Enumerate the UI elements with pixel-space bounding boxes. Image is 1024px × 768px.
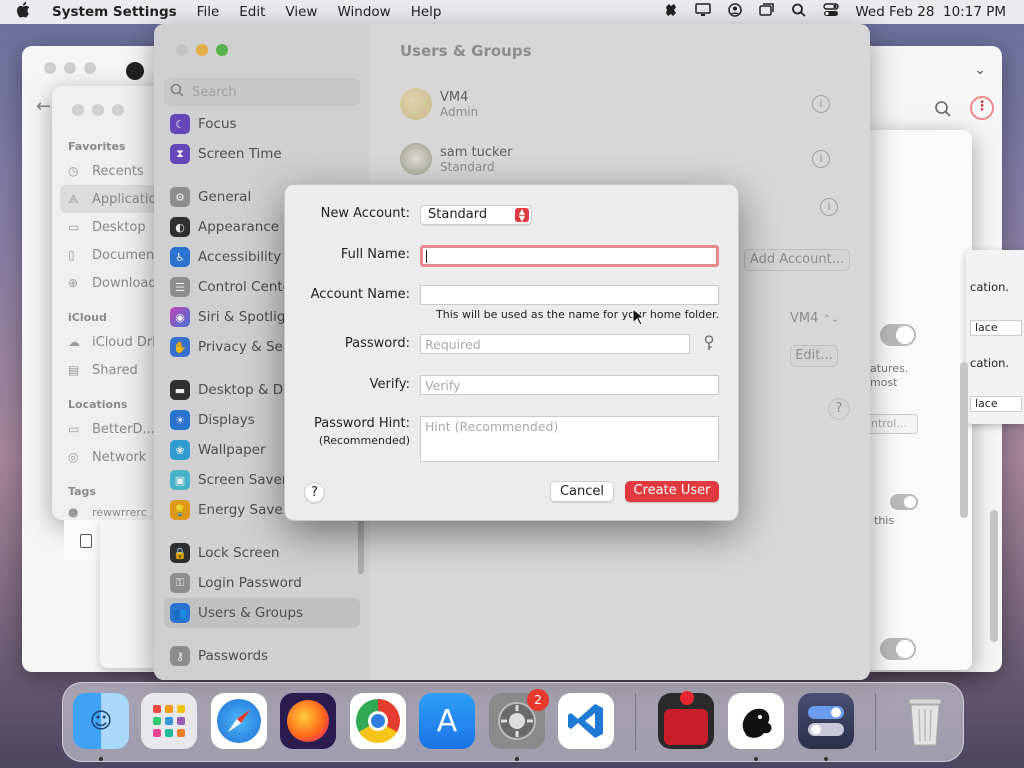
running-indicator xyxy=(515,757,519,761)
running-indicator xyxy=(824,757,828,761)
running-indicator xyxy=(754,757,758,761)
menu-help[interactable]: Help xyxy=(411,4,442,20)
network-icon: ◎ xyxy=(68,450,79,464)
github-tab-icon[interactable] xyxy=(126,62,144,80)
password-hint-sublabel: (Recommended) xyxy=(318,434,410,447)
dock-divider xyxy=(635,693,636,751)
finder-zoom-button[interactable] xyxy=(112,104,124,116)
disk-icon: ▭ xyxy=(68,422,80,436)
window-switch-icon[interactable] xyxy=(759,3,775,21)
right-scrollbar[interactable] xyxy=(990,510,998,642)
right-panel-control-button[interactable]: ntrol... xyxy=(866,414,918,434)
full-name-field[interactable] xyxy=(420,245,719,267)
right-panel-features-text: atures. xyxy=(870,362,909,375)
desktop-icon: ▭ xyxy=(68,220,80,234)
apple-menu-icon[interactable] xyxy=(16,2,36,22)
browser-search-icon[interactable] xyxy=(934,100,952,122)
password-hint-label: Password Hint: xyxy=(314,416,410,431)
browser-minimize-button[interactable] xyxy=(64,62,76,74)
password-key-icon[interactable] xyxy=(703,335,715,355)
dock-divider xyxy=(875,693,876,751)
menu-clock[interactable]: Wed Feb 28 10:17 PM xyxy=(855,4,1006,20)
running-indicator xyxy=(99,757,103,761)
location-place-button-2[interactable]: lace xyxy=(970,396,1022,412)
monitor-icon[interactable] xyxy=(695,3,712,21)
menu-edit[interactable]: Edit xyxy=(239,4,265,20)
finder-dock-icon[interactable]: ☺ xyxy=(73,693,129,749)
trash-dock-icon[interactable] xyxy=(897,693,953,749)
user-account-icon[interactable] xyxy=(727,3,743,21)
right-panel-toggle-3[interactable] xyxy=(880,638,916,660)
notification-badge: 2 xyxy=(527,689,549,711)
background-window-fragment xyxy=(64,520,104,560)
location-text-1: cation. xyxy=(970,280,1010,294)
cloud-status-icon[interactable] xyxy=(663,3,679,21)
menu-bar: System Settings File Edit View Window He… xyxy=(0,0,1024,24)
cloud-icon: ☁ xyxy=(68,335,80,349)
dock: ☺ A 2 xyxy=(62,682,964,762)
menu-view[interactable]: View xyxy=(285,4,317,20)
location-popover: cation. lace cation. lace xyxy=(966,250,1024,424)
launchpad-dock-icon[interactable] xyxy=(141,693,197,749)
password-hint-field[interactable]: Hint (Recommended) xyxy=(420,416,719,462)
firefox-dock-icon[interactable] xyxy=(280,693,336,749)
clock-icon: ◷ xyxy=(68,164,79,178)
right-scrollbar-2[interactable] xyxy=(960,362,968,518)
app-name[interactable]: System Settings xyxy=(52,4,177,20)
account-name-field[interactable] xyxy=(420,285,719,305)
shared-folder-icon: ▤ xyxy=(68,363,80,377)
background-window-fragment-2 xyxy=(100,520,160,668)
tag-dot-icon: ● xyxy=(68,505,79,519)
download-icon: ⊕ xyxy=(68,276,79,290)
verify-label: Verify: xyxy=(369,377,410,392)
mascot-app-dock-icon[interactable] xyxy=(728,693,784,749)
browser-back-icon[interactable]: ← xyxy=(36,96,51,117)
dialog-help-button[interactable]: ? xyxy=(304,482,325,503)
account-name-hint: This will be used as the name for your h… xyxy=(436,308,719,321)
browser-menu-icon[interactable]: ⋮ xyxy=(970,96,994,120)
cancel-button[interactable]: Cancel xyxy=(550,481,614,502)
account-type-popup[interactable]: Standard ▲ ▼ xyxy=(420,205,532,225)
password-field[interactable]: Required xyxy=(420,334,690,354)
finder-item-applications[interactable]: ⟁ Applicatio xyxy=(60,185,164,213)
mouse-pointer-icon xyxy=(632,307,646,330)
applications-icon: ⟁ xyxy=(68,191,79,206)
file-icon xyxy=(80,534,92,548)
verify-field[interactable]: Verify xyxy=(420,375,719,395)
finder-close-button[interactable] xyxy=(72,104,84,116)
location-text-2: cation. xyxy=(970,356,1010,370)
full-name-label: Full Name: xyxy=(340,247,410,262)
menu-file[interactable]: File xyxy=(197,4,220,20)
menu-window[interactable]: Window xyxy=(337,4,390,20)
browser-zoom-button[interactable] xyxy=(84,62,96,74)
right-panel-toggle-2[interactable] xyxy=(890,494,918,510)
toggle-app-dock-icon[interactable] xyxy=(798,693,854,749)
right-panel-most-text: most xyxy=(870,376,898,389)
chrome-dock-icon[interactable] xyxy=(350,693,406,749)
text-cursor xyxy=(426,250,427,263)
document-icon: ▯ xyxy=(68,248,75,262)
account-name-label: Account Name: xyxy=(310,287,410,302)
joystick-app-dock-icon[interactable] xyxy=(658,691,714,749)
spotlight-search-icon[interactable] xyxy=(791,3,807,21)
location-place-button-1[interactable]: lace xyxy=(970,320,1022,336)
right-panel-toggle-1[interactable] xyxy=(880,324,916,346)
control-center-icon[interactable] xyxy=(823,3,840,21)
new-account-label: New Account: xyxy=(320,206,410,221)
popup-chevron-icon: ▲ ▼ xyxy=(515,208,529,223)
right-settings-panel: atures. most ntrol... this xyxy=(866,130,972,670)
browser-close-button[interactable] xyxy=(44,62,56,74)
right-panel-this-text: this xyxy=(874,514,895,527)
new-account-dialog: New Account: Standard ▲ ▼ Full Name: Acco… xyxy=(284,184,739,521)
app-store-dock-icon[interactable]: A xyxy=(419,693,475,749)
password-label: Password: xyxy=(344,336,410,351)
create-user-button[interactable]: Create User xyxy=(625,481,719,502)
vscode-dock-icon[interactable] xyxy=(558,693,614,749)
safari-dock-icon[interactable] xyxy=(211,693,267,749)
browser-dropdown-icon[interactable]: ⌄ xyxy=(974,62,986,78)
finder-minimize-button[interactable] xyxy=(92,104,104,116)
